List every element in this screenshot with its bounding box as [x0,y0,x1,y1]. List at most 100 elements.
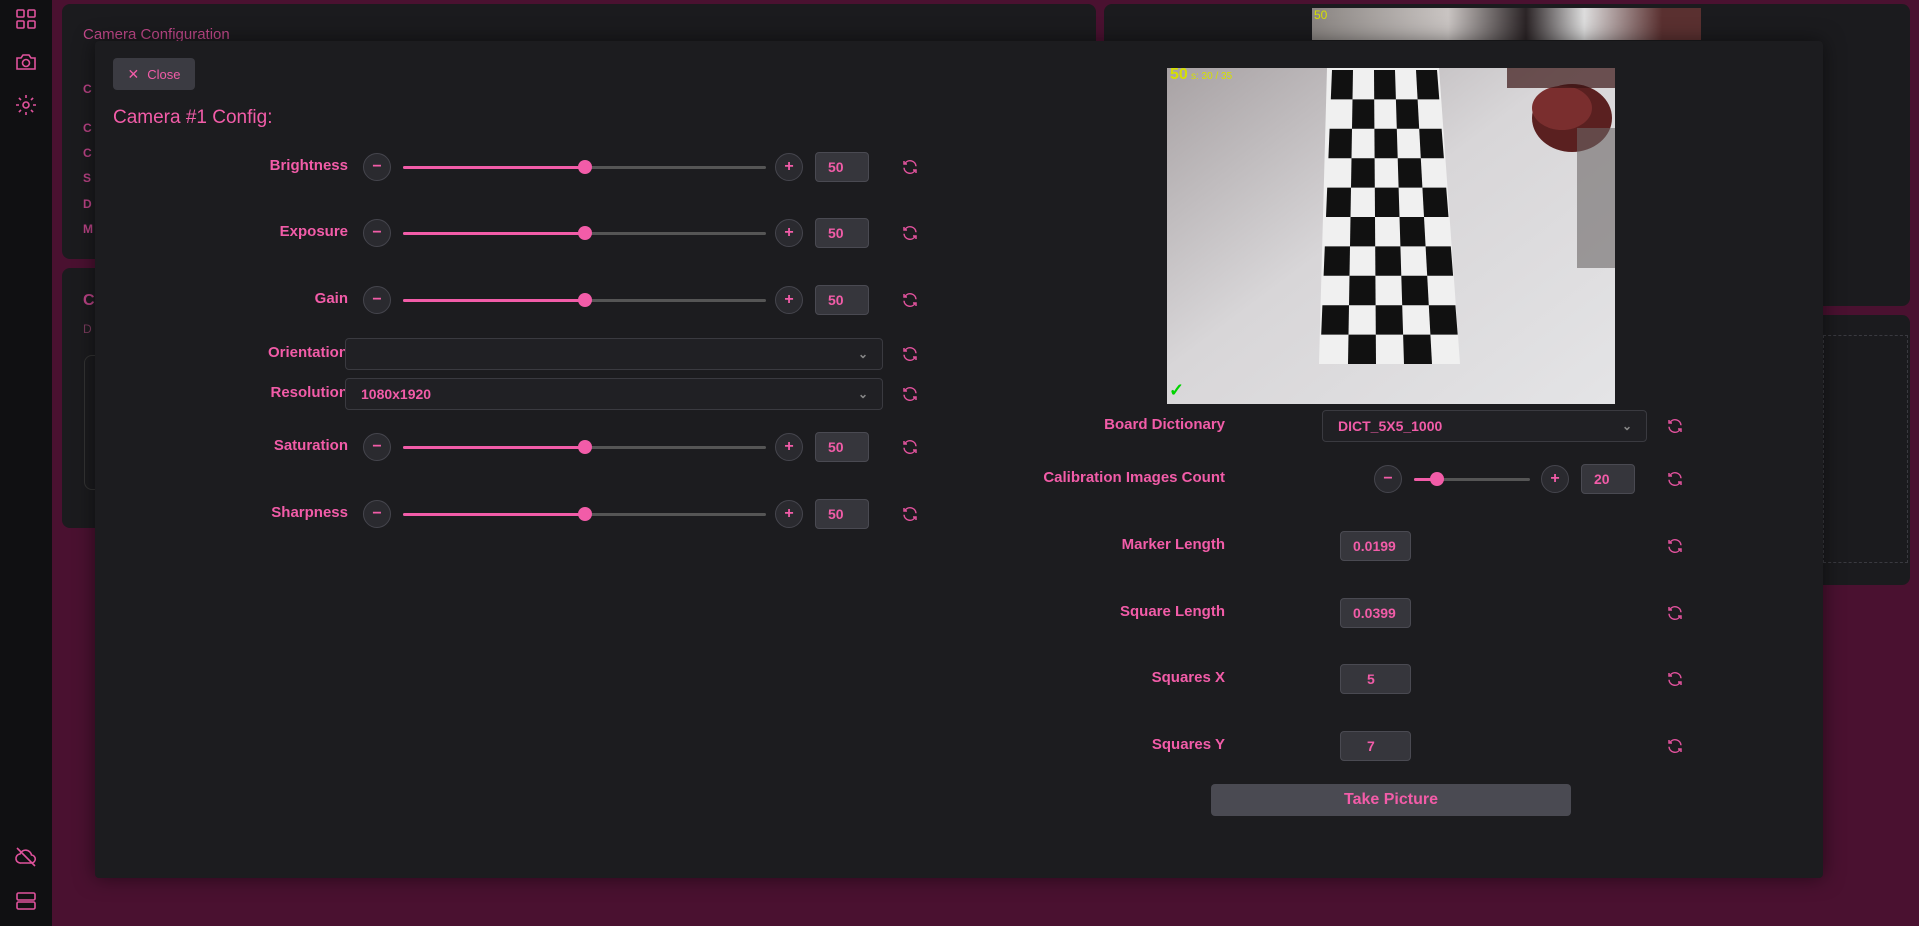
gain-reset-icon[interactable] [901,291,919,309]
brightness-value-input[interactable]: 50 [815,152,869,182]
board-square [1330,70,1353,100]
sharpness-decrement-button[interactable]: − [363,500,391,528]
board-square [1375,246,1402,276]
orientation-label: Orientation [267,344,348,361]
exposure-increment-button[interactable]: + [775,219,803,247]
images-count-increment-button[interactable]: + [1541,465,1569,493]
resolution-reset-icon[interactable] [901,385,919,403]
background-camera-preview: 50 [1312,8,1701,40]
sharpness-slider-thumb[interactable] [577,507,592,521]
board-square [1351,158,1375,188]
images-count-decrement-button[interactable]: − [1374,465,1402,493]
sharpness-reset-icon[interactable] [901,505,919,523]
saturation-decrement-button[interactable]: − [363,433,391,461]
take-picture-button[interactable]: Take Picture [1211,784,1571,816]
chevron-down-icon: ⌄ [857,347,868,361]
sharpness-label: Sharpness [271,504,348,521]
saturation-reset-icon[interactable] [901,438,919,456]
board-square [1348,334,1376,364]
board-square [1374,128,1398,159]
board-square [1375,305,1404,335]
images-count-value-input[interactable]: 20 [1581,464,1635,494]
board-square [1349,275,1376,306]
bg-letter: C [83,292,95,309]
saturation-slider[interactable] [403,440,766,454]
board-square [1419,128,1444,159]
dashed-drop-area [1823,335,1908,563]
resolution-label: Resolution [270,384,349,401]
board-square [1323,246,1350,276]
brightness-reset-icon[interactable] [901,158,919,176]
exposure-slider-thumb[interactable] [577,226,592,240]
gain-value-input[interactable]: 50 [815,285,869,315]
dashboard-grid-icon[interactable] [14,7,38,31]
brightness-slider-thumb[interactable] [577,160,592,174]
brightness-label: Brightness [269,157,348,174]
gain-slider[interactable] [403,293,766,307]
exposure-slider[interactable] [403,226,766,240]
squares-y-label: Squares Y [1151,736,1225,753]
saturation-increment-button[interactable]: + [775,433,803,461]
marker-length-label: Marker Length [1121,536,1225,553]
bg-letter: D [83,197,92,211]
sharpness-increment-button[interactable]: + [775,500,803,528]
close-icon: ✕ [127,65,140,82]
close-button[interactable]: ✕ Close [113,58,195,90]
gain-slider-thumb[interactable] [577,293,592,307]
chevron-down-icon: ⌄ [1621,419,1632,433]
square-length-label: Square Length [1119,603,1225,620]
marker-length-reset-icon[interactable] [1666,537,1684,555]
squares-y-input[interactable]: 7 [1340,731,1411,761]
square-length-reset-icon[interactable] [1666,604,1684,622]
saturation-slider-thumb[interactable] [577,440,592,454]
squares-x-reset-icon[interactable] [1666,670,1684,688]
board-dictionary-select[interactable]: DICT_5X5_1000 ⌄ [1322,410,1647,442]
squares-x-input[interactable]: 5 [1340,664,1411,694]
cloud-off-icon[interactable] [14,845,38,869]
bg-preview-overlay: 50 [1314,8,1328,22]
board-dictionary-label: Board Dictionary [1104,416,1225,433]
sharpness-slider[interactable] [403,507,766,521]
gain-label: Gain [314,290,348,307]
settings-gear-icon[interactable] [14,93,38,117]
squares-y-reset-icon[interactable] [1666,737,1684,755]
board-square [1326,187,1351,217]
exposure-decrement-button[interactable]: − [363,219,391,247]
chevron-down-icon: ⌄ [857,387,868,401]
gain-decrement-button[interactable]: − [363,286,391,314]
board-square [1395,99,1420,129]
marker-length-input[interactable]: 0.0199 [1340,531,1411,561]
images-count-slider[interactable] [1414,472,1530,486]
camera-icon[interactable] [14,50,38,74]
gain-increment-button[interactable]: + [775,286,803,314]
board-square [1352,99,1375,129]
preview-overlay-count: 50 [1170,68,1188,83]
images-count-slider-thumb[interactable] [1430,472,1445,486]
board-dictionary-reset-icon[interactable] [1666,417,1684,435]
resolution-select[interactable]: 1080x1920 ⌄ [345,378,883,410]
board-square [1425,246,1454,276]
board-square [1416,70,1440,100]
board-dictionary-value: DICT_5X5_1000 [1338,418,1443,434]
board-square [1401,275,1429,306]
brightness-increment-button[interactable]: + [775,153,803,181]
saturation-value-input[interactable]: 50 [815,432,869,462]
orientation-select[interactable]: ⌄ [345,338,883,370]
board-square [1397,158,1423,188]
bg-letter: D [83,322,92,336]
exposure-reset-icon[interactable] [901,224,919,242]
server-icon[interactable] [14,889,38,913]
sharpness-value-input[interactable]: 50 [815,499,869,529]
images-count-reset-icon[interactable] [1666,470,1684,488]
brightness-slider[interactable] [403,160,766,174]
square-length-input[interactable]: 0.0399 [1340,598,1411,628]
brightness-decrement-button[interactable]: − [363,153,391,181]
dialog-title: Camera #1 Config: [113,107,273,128]
bg-letter: C [83,121,92,135]
preview-overlay-text: s: 30 / 35 [1191,71,1233,82]
calibration-images-count-label: Calibration Images Count [1043,469,1225,486]
exposure-value-input[interactable]: 50 [815,218,869,248]
close-label: Close [147,66,181,82]
board-square [1403,334,1432,364]
orientation-reset-icon[interactable] [901,345,919,363]
